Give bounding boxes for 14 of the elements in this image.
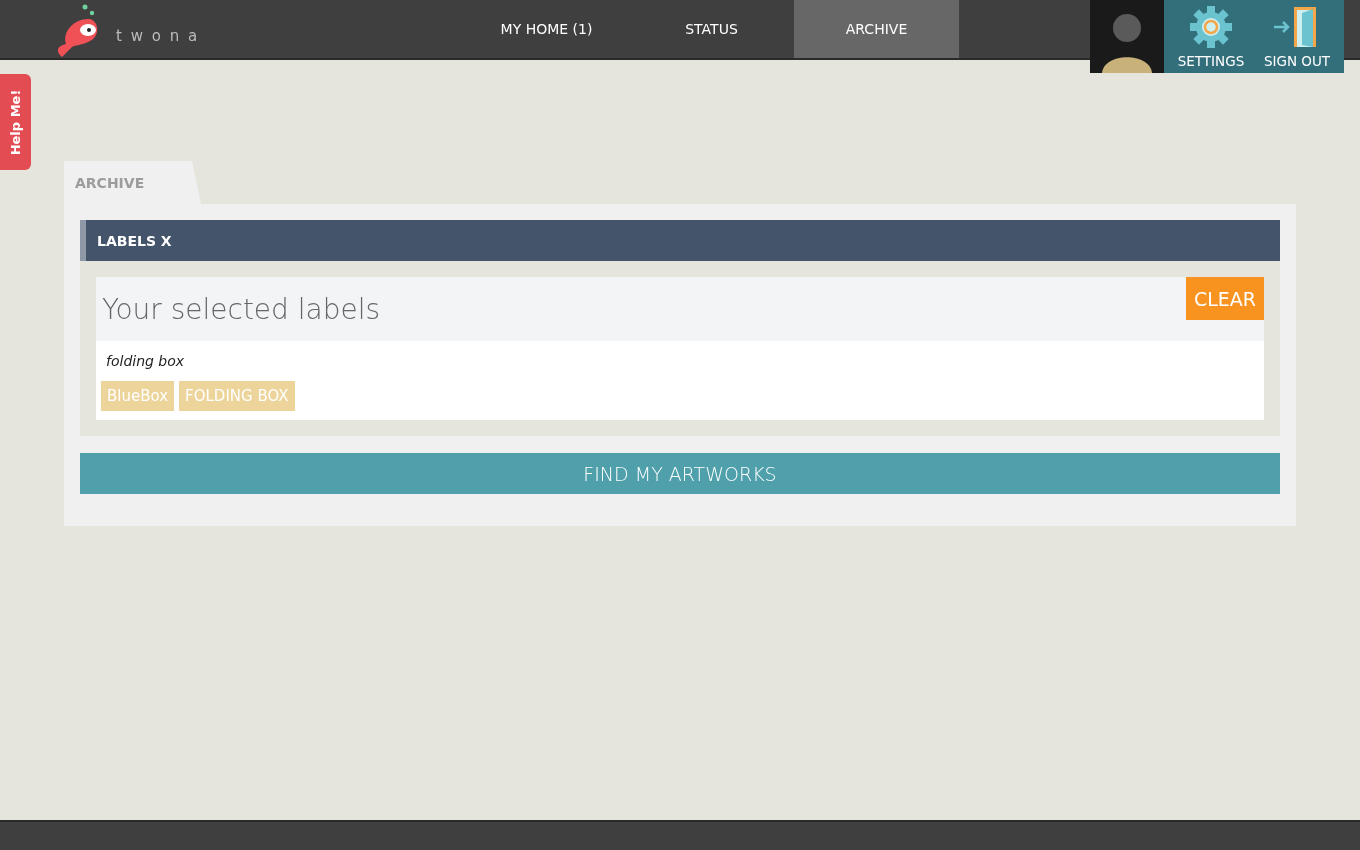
panel-title: LABELS X xyxy=(80,220,1280,261)
nav-tab[interactable]: MY HOME (1) xyxy=(464,0,629,58)
gear-icon xyxy=(1189,5,1233,49)
nav-tab[interactable]: ARCHIVE xyxy=(794,0,959,58)
help-tab[interactable]: Help Me! xyxy=(0,74,31,170)
find-artworks-button[interactable]: FIND MY ARTWORKS xyxy=(80,453,1280,494)
avatar[interactable] xyxy=(1090,0,1164,73)
settings-button[interactable]: SETTINGS xyxy=(1170,0,1252,73)
logo-text: t w o n a xyxy=(116,27,200,45)
action-label: SIGN OUT xyxy=(1263,53,1331,69)
selected-labels-heading: Your selected labels xyxy=(102,293,381,326)
nav-tab[interactable]: STATUS xyxy=(629,0,794,58)
action-label: SETTINGS xyxy=(1177,53,1245,69)
sign-out-button[interactable]: SIGN OUT xyxy=(1256,0,1338,73)
